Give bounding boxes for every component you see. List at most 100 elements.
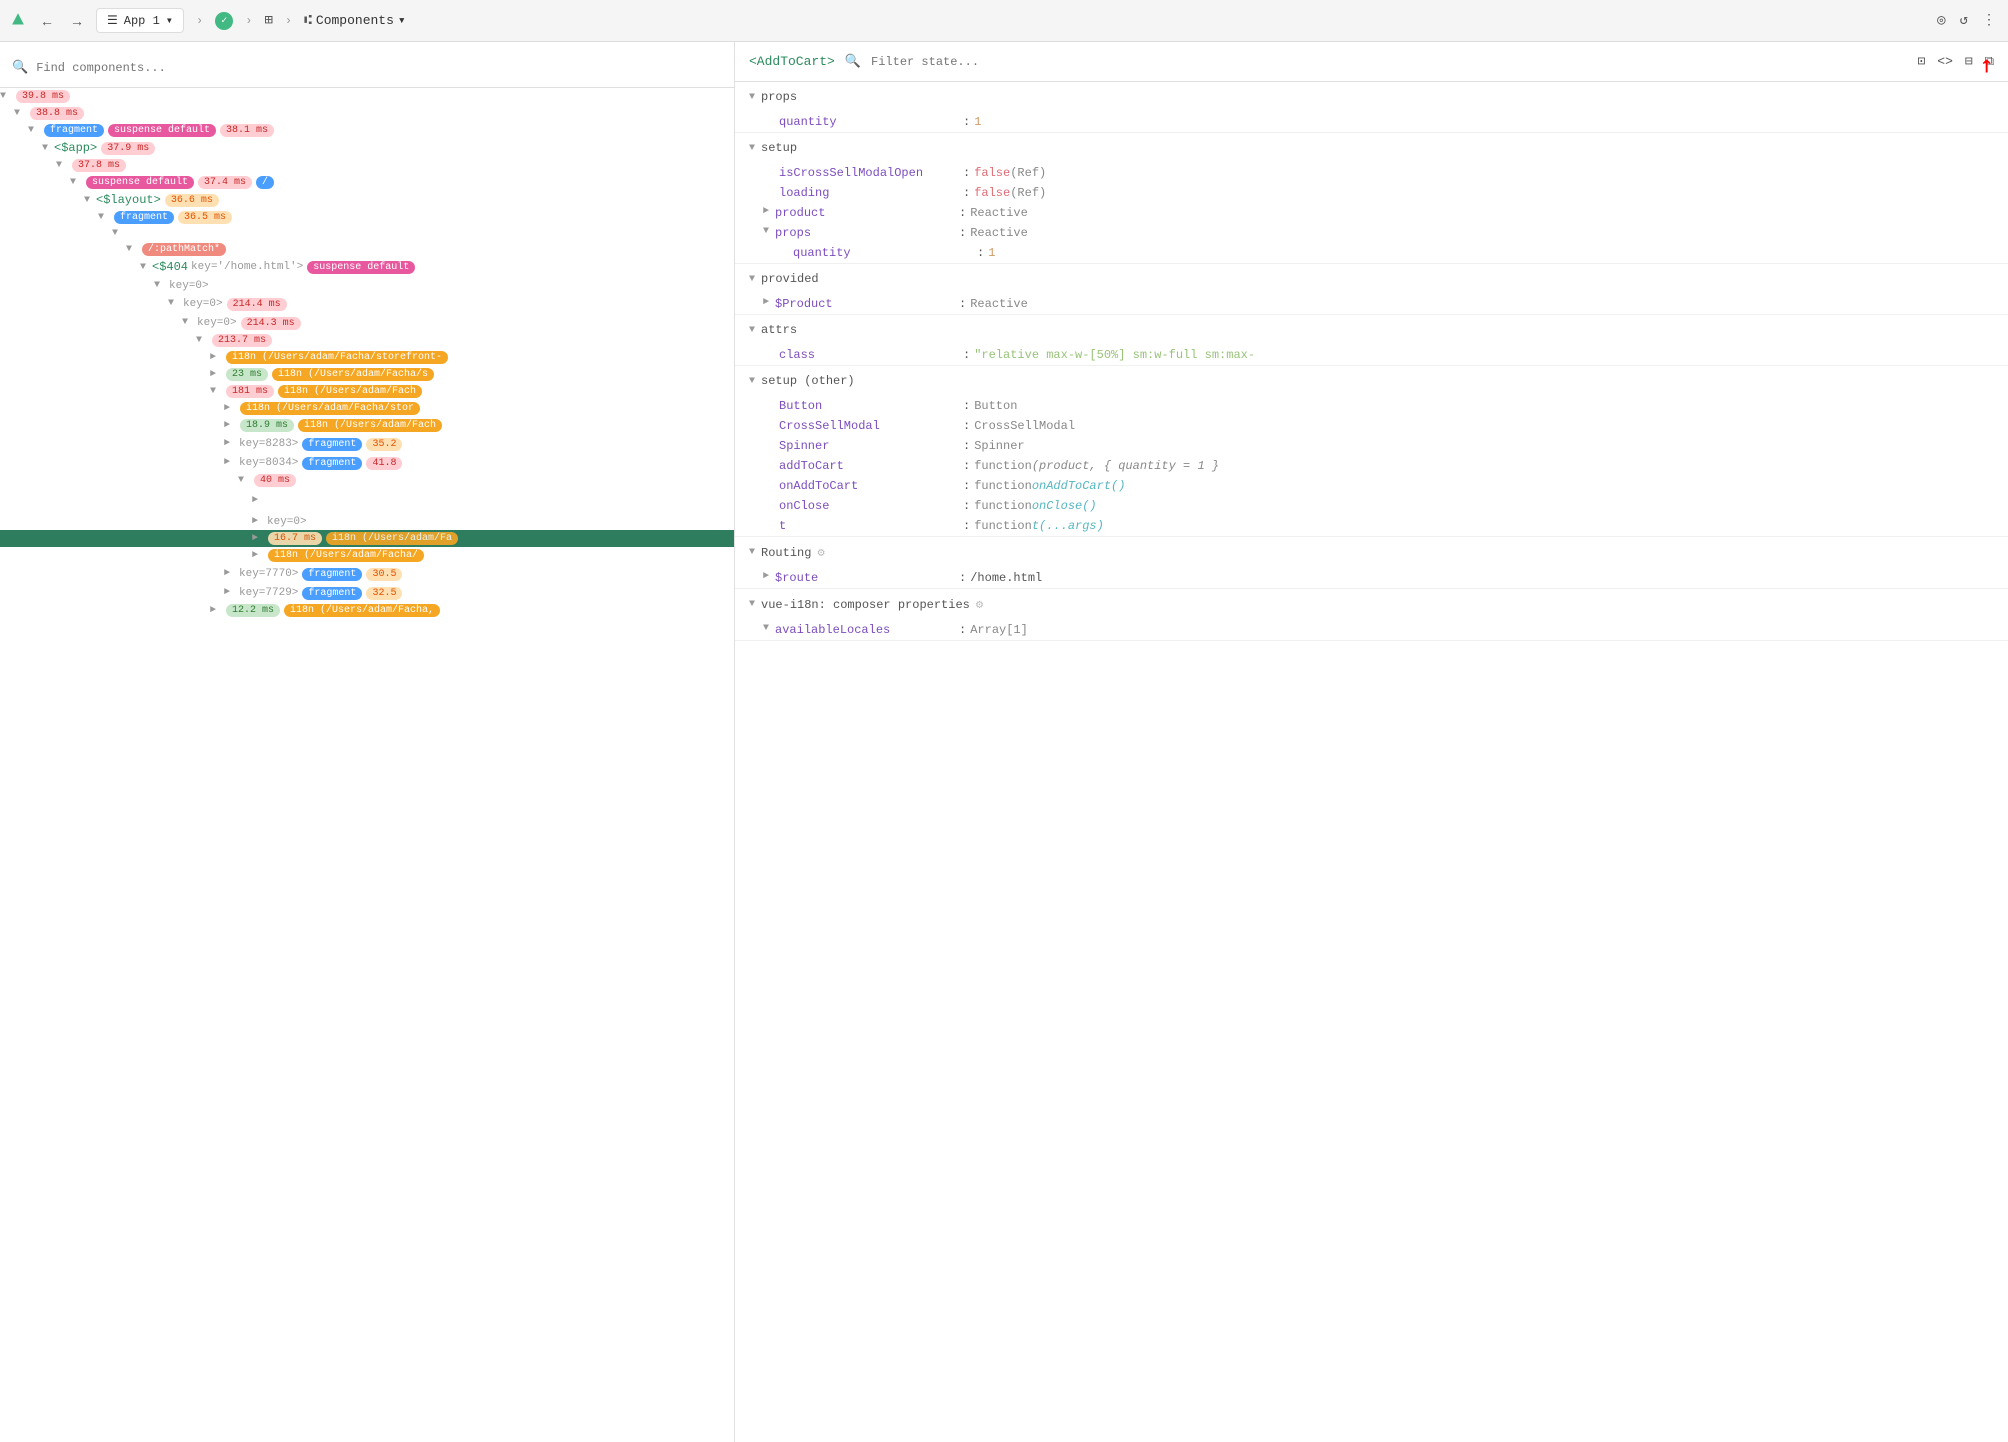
- state-row: quantity:1: [735, 112, 2008, 132]
- section-header-setup_other[interactable]: ▼setup (other): [735, 366, 2008, 396]
- state-val: false: [974, 186, 1010, 200]
- gear-icon[interactable]: ⚙: [976, 597, 983, 612]
- comp-key: key=8034>: [239, 457, 298, 469]
- tree-row[interactable]: ►: [0, 493, 734, 508]
- tree-row[interactable]: ► key=7729>fragment32.5: [0, 583, 734, 602]
- section-header-routing[interactable]: ▼Routing⚙: [735, 537, 2008, 568]
- back-button[interactable]: ←: [36, 11, 58, 31]
- tree-row[interactable]: ▼37.8 ms: [0, 157, 734, 174]
- state-val: Reactive: [970, 226, 1028, 240]
- tree-row[interactable]: ▼suspense default37.4 ms/: [0, 174, 734, 191]
- section-expand-arrow: ▼: [749, 376, 755, 387]
- section-header-attrs[interactable]: ▼attrs: [735, 315, 2008, 345]
- tree-arrow: ►: [224, 438, 234, 449]
- tree-row[interactable]: ▼/:pathMatch*: [0, 241, 734, 258]
- tree-row[interactable]: ► key=0>: [0, 512, 734, 530]
- state-colon: :: [963, 519, 970, 533]
- tree-arrow: ►: [210, 605, 220, 616]
- forward-button[interactable]: →: [66, 11, 88, 31]
- tree-row[interactable]: ▼<$app>37.9 ms: [0, 139, 734, 157]
- tree-row[interactable]: ►16.7 msi18n (/Users/adam/Fa: [0, 530, 734, 547]
- target-icon[interactable]: ◎: [1937, 12, 1945, 29]
- split-icon[interactable]: ⊟: [1965, 54, 1973, 69]
- tree-row[interactable]: ▼181 msi18n (/Users/adam/Fach: [0, 383, 734, 400]
- tree-row[interactable]: ▼<$404 key='/home.html'>suspense default: [0, 258, 734, 276]
- component-tree: ▼39.8 ms▼38.8 ms▼fragmentsuspense defaul…: [0, 88, 734, 619]
- badge: fragment: [302, 587, 362, 600]
- expand-arrow[interactable]: ▼: [763, 226, 769, 237]
- tree-row[interactable]: ►23 msi18n (/Users/adam/Facha/s: [0, 366, 734, 383]
- tree-row[interactable]: ▼fragmentsuspense default38.1 ms: [0, 122, 734, 139]
- tree-row[interactable]: ▼213.7 ms: [0, 332, 734, 349]
- state-val: Button: [974, 399, 1017, 413]
- tree-row[interactable]: ▼ key=0>: [0, 276, 734, 294]
- components-button[interactable]: ⑆ Components ▾: [304, 13, 406, 28]
- section-title: props: [761, 90, 797, 104]
- state-sections: ▼propsquantity:1▼setupisCrossSellModalOp…: [735, 82, 2008, 641]
- tree-row[interactable]: ▼40 ms: [0, 472, 734, 489]
- state-filter-input[interactable]: [871, 55, 1907, 69]
- expand-arrow[interactable]: ▼: [763, 623, 769, 634]
- comp-key: key=8283>: [239, 438, 298, 450]
- section-header-provided[interactable]: ▼provided: [735, 264, 2008, 294]
- timing-badge: 35.2: [366, 438, 402, 451]
- state-colon: :: [963, 399, 970, 413]
- section-title: setup: [761, 141, 797, 155]
- tree-row[interactable]: ►12.2 msi18n (/Users/adam/Facha,: [0, 602, 734, 619]
- code-icon[interactable]: <>: [1937, 54, 1953, 69]
- expand-arrow[interactable]: ►: [763, 297, 769, 308]
- section-header-props[interactable]: ▼props: [735, 82, 2008, 112]
- tree-arrow: ▼: [14, 108, 24, 119]
- badge: i18n (/Users/adam/Facha/storefront-: [226, 351, 448, 364]
- tree-row[interactable]: ▼: [0, 226, 734, 241]
- state-colon: :: [963, 166, 970, 180]
- section-title: attrs: [761, 323, 797, 337]
- tree-row[interactable]: ►i18n (/Users/adam/Facha/stor: [0, 400, 734, 417]
- tree-row[interactable]: ▼ key=0>214.3 ms: [0, 313, 734, 332]
- app-tab-dropdown[interactable]: ▾: [166, 13, 173, 28]
- app-tab[interactable]: ☰ App 1 ▾: [96, 8, 184, 33]
- tree-row[interactable]: ► key=7770>fragment30.5: [0, 564, 734, 583]
- state-row: class:"relative max-w-[50%] sm:w-full sm…: [735, 345, 2008, 365]
- tree-row[interactable]: ► key=8283>fragment35.2: [0, 434, 734, 453]
- state-row: Spinner:Spinner: [735, 436, 2008, 456]
- tree-row[interactable]: ▼<$layout>36.6 ms: [0, 191, 734, 209]
- state-row: ►$route:/home.html: [735, 568, 2008, 588]
- expand-arrow[interactable]: ►: [763, 206, 769, 217]
- tree-arrow: ▼: [0, 91, 10, 102]
- state-val-suffix: (Ref): [1010, 186, 1046, 200]
- tree-row[interactable]: ▼39.8 ms: [0, 88, 734, 105]
- tree-row[interactable]: ►i18n (/Users/adam/Facha/: [0, 547, 734, 564]
- tree-row[interactable]: ►18.9 msi18n (/Users/adam/Fach: [0, 417, 734, 434]
- state-key: Spinner: [779, 439, 959, 453]
- components-label: Components: [316, 13, 394, 28]
- expand-arrow[interactable]: ►: [763, 571, 769, 582]
- refresh-icon[interactable]: ↺: [1960, 12, 1968, 29]
- tree-row[interactable]: ▼38.8 ms: [0, 105, 734, 122]
- tree-row[interactable]: ►i18n (/Users/adam/Facha/storefront-: [0, 349, 734, 366]
- components-dropdown-arrow[interactable]: ▾: [398, 13, 406, 28]
- state-key: onClose: [779, 499, 959, 513]
- state-val: /home.html: [970, 571, 1042, 585]
- more-icon[interactable]: ⋮: [1982, 12, 1996, 29]
- state-colon: :: [959, 623, 966, 637]
- section-header-setup[interactable]: ▼setup: [735, 133, 2008, 163]
- state-val-func-keyword: function: [974, 479, 1032, 493]
- gear-icon[interactable]: ⚙: [817, 545, 824, 560]
- state-colon: :: [959, 571, 966, 585]
- section-header-i18n[interactable]: ▼vue-i18n: composer properties⚙: [735, 589, 2008, 620]
- tree-row[interactable]: ▼ key=0>214.4 ms: [0, 294, 734, 313]
- snapshot-icon[interactable]: ⊡: [1917, 54, 1925, 69]
- tree-arrow: ▼: [70, 177, 80, 188]
- component-search-input[interactable]: [36, 61, 722, 75]
- comp-key: key=7770>: [239, 568, 298, 580]
- badge: i18n (/Users/adam/Fach: [278, 385, 422, 398]
- open-icon[interactable]: ⧉: [1985, 54, 1994, 69]
- tree-arrow: ►: [210, 369, 220, 380]
- state-val: 1: [974, 115, 981, 129]
- tree-arrow: ▼: [140, 262, 150, 273]
- state-panel: <AddToCart> 🔍 ⊡ <> ⊟ ⧉ ↗ ▼propsquantity:…: [735, 42, 2008, 1442]
- badge: /:pathMatch*: [142, 243, 226, 256]
- tree-row[interactable]: ► key=8034>fragment41.8: [0, 453, 734, 472]
- tree-row[interactable]: ▼fragment36.5 ms: [0, 209, 734, 226]
